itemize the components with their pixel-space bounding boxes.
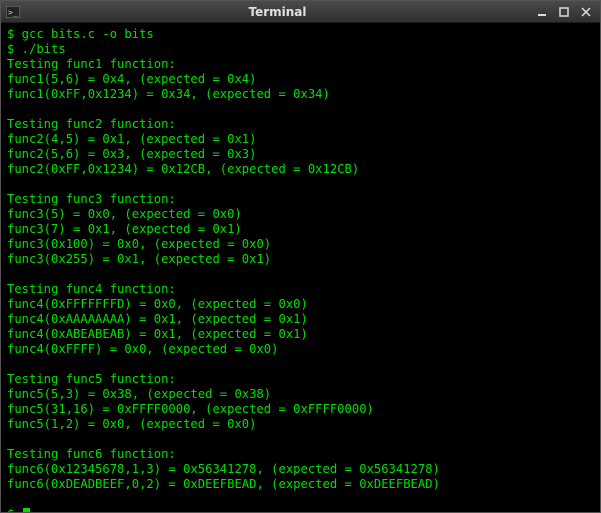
terminal-line: func6(0xDEADBEEF,0,2) = 0xDEEFBEAD, (exp…	[7, 477, 594, 492]
terminal-line	[7, 357, 594, 372]
terminal-output[interactable]: $ gcc bits.c -o bits$ ./bitsTesting func…	[1, 23, 600, 512]
terminal-line: func5(1,2) = 0x0, (expected = 0x0)	[7, 417, 594, 432]
terminal-line: func2(4,5) = 0x1, (expected = 0x1)	[7, 132, 594, 147]
terminal-line: Testing func3 function:	[7, 192, 594, 207]
minimize-button[interactable]	[534, 5, 550, 19]
terminal-line: func3(0x255) = 0x1, (expected = 0x1)	[7, 252, 594, 267]
maximize-button[interactable]	[556, 5, 572, 19]
window-controls	[534, 5, 594, 19]
cursor	[23, 508, 30, 512]
terminal-icon: >_	[5, 4, 21, 20]
terminal-line: Testing func5 function:	[7, 372, 594, 387]
terminal-line: func5(5,3) = 0x38, (expected = 0x38)	[7, 387, 594, 402]
terminal-line: func6(0x12345678,1,3) = 0x56341278, (exp…	[7, 462, 594, 477]
titlebar[interactable]: >_ Terminal	[1, 1, 600, 23]
prompt: $	[7, 507, 22, 512]
terminal-line: Testing func1 function:	[7, 57, 594, 72]
terminal-line	[7, 177, 594, 192]
terminal-line	[7, 432, 594, 447]
terminal-line: func4(0xFFFFFFFD) = 0x0, (expected = 0x0…	[7, 297, 594, 312]
terminal-line: func3(0x100) = 0x0, (expected = 0x0)	[7, 237, 594, 252]
terminal-line	[7, 492, 594, 507]
window-title: Terminal	[21, 5, 534, 19]
terminal-line: func4(0xABEABEAB) = 0x1, (expected = 0x1…	[7, 327, 594, 342]
terminal-line: func4(0xAAAAAAAA) = 0x1, (expected = 0x1…	[7, 312, 594, 327]
terminal-line: Testing func6 function:	[7, 447, 594, 462]
terminal-line: func1(5,6) = 0x4, (expected = 0x4)	[7, 72, 594, 87]
terminal-line: func2(0xFF,0x1234) = 0x12CB, (expected =…	[7, 162, 594, 177]
close-button[interactable]	[578, 5, 594, 19]
terminal-line: $ ./bits	[7, 42, 594, 57]
terminal-line: func4(0xFFFF) = 0x0, (expected = 0x0)	[7, 342, 594, 357]
terminal-line: func2(5,6) = 0x3, (expected = 0x3)	[7, 147, 594, 162]
terminal-line: Testing func2 function:	[7, 117, 594, 132]
terminal-line: func1(0xFF,0x1234) = 0x34, (expected = 0…	[7, 87, 594, 102]
terminal-line	[7, 267, 594, 282]
terminal-line: Testing func4 function:	[7, 282, 594, 297]
terminal-prompt-line[interactable]: $	[7, 507, 594, 512]
terminal-window: >_ Terminal $ gcc bits.c -o bits$ ./bits…	[0, 0, 601, 513]
terminal-line	[7, 102, 594, 117]
terminal-line: func3(7) = 0x1, (expected = 0x1)	[7, 222, 594, 237]
terminal-line: $ gcc bits.c -o bits	[7, 27, 594, 42]
terminal-line: func5(31,16) = 0xFFFF0000, (expected = 0…	[7, 402, 594, 417]
terminal-line: func3(5) = 0x0, (expected = 0x0)	[7, 207, 594, 222]
svg-text:>_: >_	[8, 8, 18, 17]
